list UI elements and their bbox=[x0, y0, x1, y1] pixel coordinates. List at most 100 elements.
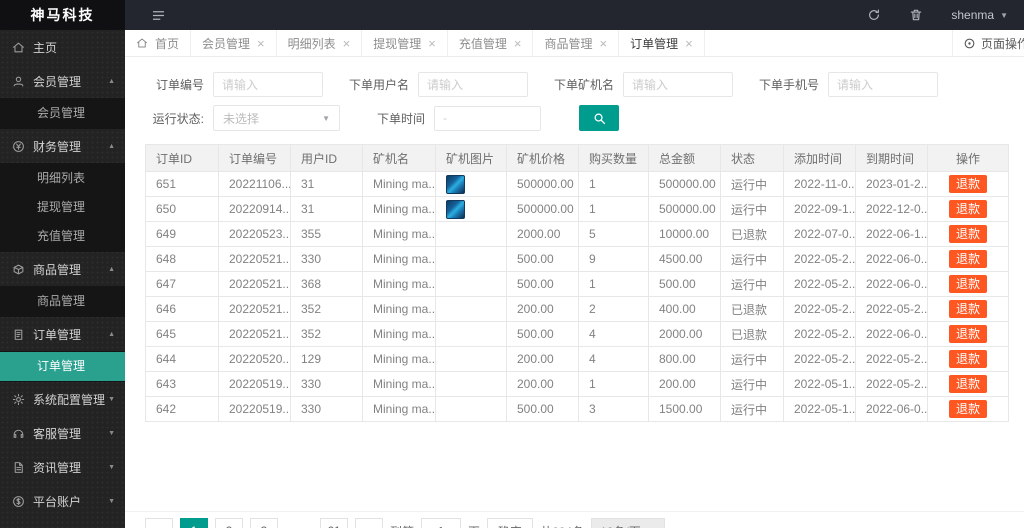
cell-add_time: 2022-07-0... bbox=[783, 221, 856, 247]
search-button[interactable] bbox=[579, 105, 619, 131]
close-icon[interactable]: × bbox=[599, 37, 607, 50]
tab-6[interactable]: 订单管理 × bbox=[619, 30, 705, 56]
cell-user_id: 355 bbox=[290, 221, 363, 247]
tab-2[interactable]: 明细列表 × bbox=[277, 30, 363, 56]
filter-group-1: 下单用户名 bbox=[349, 72, 529, 97]
jump-page-input[interactable] bbox=[421, 518, 462, 528]
sidebar-subitem-2-0[interactable]: 明细列表 bbox=[0, 164, 125, 193]
cell-action: 退款 bbox=[927, 346, 1009, 372]
close-icon[interactable]: × bbox=[514, 37, 522, 50]
search-icon bbox=[592, 111, 607, 126]
filter-input-0[interactable] bbox=[213, 72, 323, 97]
refund-button[interactable]: 退款 bbox=[948, 175, 987, 193]
column-header-6: 购买数量 bbox=[578, 144, 649, 172]
sidebar-subitem-2-1[interactable]: 提现管理 bbox=[0, 193, 125, 222]
sidebar-item-7[interactable]: 资讯管理 ▼ bbox=[0, 450, 125, 484]
sidebar-item-4[interactable]: 订单管理 ▲ bbox=[0, 317, 125, 351]
status-filter-group: 运行状态: 未选择 ▼ bbox=[145, 105, 340, 131]
chevron-down-icon: ▼ bbox=[108, 429, 115, 437]
page-button-61[interactable]: 61 bbox=[320, 518, 348, 528]
close-icon[interactable]: × bbox=[428, 37, 436, 50]
sidebar-item-3[interactable]: 商品管理 ▲ bbox=[0, 252, 125, 286]
sidebar-item-1[interactable]: 会员管理 ▲ bbox=[0, 64, 125, 98]
sidebar-subitem-2-2[interactable]: 充值管理 bbox=[0, 222, 125, 251]
tab-3[interactable]: 提现管理 × bbox=[362, 30, 448, 56]
filter-input-3[interactable] bbox=[828, 72, 939, 97]
filter-input-1[interactable] bbox=[418, 72, 529, 97]
refund-button[interactable]: 退款 bbox=[948, 225, 987, 243]
sidebar-item-2[interactable]: 财务管理 ▲ bbox=[0, 129, 125, 163]
topbar-main: shenma ▼ bbox=[125, 0, 1024, 30]
column-header-4: 矿机图片 bbox=[435, 144, 507, 172]
service-icon bbox=[12, 427, 25, 440]
next-page-button[interactable]: › bbox=[355, 518, 383, 528]
cell-machine: Mining ma... bbox=[362, 246, 436, 272]
table-row: 645 20220521... 352 Mining ma... 500.00 4 2000… bbox=[145, 321, 1009, 347]
order-time-input[interactable] bbox=[434, 105, 541, 131]
close-icon[interactable]: × bbox=[685, 37, 693, 50]
sidebar-item-8[interactable]: 平台账户 ▼ bbox=[0, 484, 125, 518]
table-row: 649 20220523... 355 Mining ma... 2000.00 5 100… bbox=[145, 221, 1009, 247]
pagination-bar: ‹ 123 … 61 › 到第 页 确定共604条 10条/页▼ bbox=[125, 511, 1024, 528]
confirm-jump-button[interactable]: 确定 bbox=[487, 518, 534, 528]
close-icon[interactable]: × bbox=[257, 37, 265, 50]
refund-button[interactable]: 退款 bbox=[948, 275, 987, 293]
table-row: 647 20220521... 368 Mining ma... 500.00 1 500.… bbox=[145, 271, 1009, 297]
cell-add_time: 2022-09-1... bbox=[783, 196, 856, 222]
sidebar-item-9[interactable]: 权限管理▼ bbox=[0, 518, 125, 528]
tab-5[interactable]: 商品管理 × bbox=[533, 30, 620, 56]
cell-qty: 9 bbox=[578, 246, 649, 272]
refund-button[interactable]: 退款 bbox=[948, 200, 987, 218]
refund-button[interactable]: 退款 bbox=[948, 325, 987, 343]
collapse-sidebar-icon[interactable] bbox=[151, 8, 166, 23]
user-menu[interactable]: shenma ▼ bbox=[951, 8, 1008, 22]
sidebar-subitem-4-0[interactable]: 订单管理 bbox=[0, 352, 125, 381]
sidebar-item-0[interactable]: 主页 bbox=[0, 30, 125, 64]
filter-group-2: 下单矿机名 bbox=[554, 72, 734, 97]
refund-button[interactable]: 退款 bbox=[948, 400, 987, 418]
sidebar-item-6[interactable]: 客服管理 ▼ bbox=[0, 416, 125, 450]
table-row: 644 20220520... 129 Mining ma... 200.00 4 800.… bbox=[145, 346, 1009, 372]
cell-action: 退款 bbox=[927, 171, 1009, 197]
cell-id: 649 bbox=[145, 221, 219, 247]
news-icon bbox=[12, 461, 25, 474]
sidebar-subitem-3-0[interactable]: 商品管理 bbox=[0, 287, 125, 316]
tab-4[interactable]: 充值管理 × bbox=[448, 30, 534, 56]
refund-button[interactable]: 退款 bbox=[948, 250, 987, 268]
cell-user_id: 330 bbox=[290, 246, 363, 272]
cell-expire_time: 2022-05-2... bbox=[855, 346, 928, 372]
table-row: 648 20220521... 330 Mining ma... 500.00 9 4500… bbox=[145, 246, 1009, 272]
cell-price: 500.00 bbox=[506, 321, 579, 347]
status-select[interactable]: 未选择 ▼ bbox=[213, 105, 340, 131]
chevron-down-icon: ▼ bbox=[108, 497, 115, 505]
refresh-icon[interactable] bbox=[867, 8, 881, 22]
refund-button[interactable]: 退款 bbox=[948, 375, 987, 393]
cell-id: 648 bbox=[145, 246, 219, 272]
sidebar-item-5[interactable]: 系统配置管理 ▼ bbox=[0, 382, 125, 416]
cell-add_time: 2022-05-2... bbox=[783, 296, 856, 322]
per-page-select[interactable]: 10条/页▼ bbox=[591, 518, 665, 528]
filter-input-2[interactable] bbox=[623, 72, 734, 97]
cell-price: 2000.00 bbox=[506, 221, 579, 247]
cell-id: 650 bbox=[145, 196, 219, 222]
clear-cache-icon[interactable] bbox=[909, 8, 923, 22]
prev-page-button[interactable]: ‹ bbox=[145, 518, 173, 528]
cell-user_id: 330 bbox=[290, 371, 363, 397]
orders-table: 订单ID 订单编号 用户ID 矿机名 矿机图片 矿机价格 购买数量 总金额 状态 添加时间 到期时间… bbox=[145, 144, 1009, 422]
goods-icon bbox=[12, 263, 25, 276]
page-button-3[interactable]: 3 bbox=[250, 518, 278, 528]
sidebar-subitem-1-0[interactable]: 会员管理 bbox=[0, 99, 125, 128]
refund-button[interactable]: 退款 bbox=[948, 350, 987, 368]
cell-user_id: 330 bbox=[290, 396, 363, 422]
page-button-1[interactable]: 1 bbox=[180, 518, 208, 528]
tab-0[interactable]: 首页 bbox=[125, 30, 192, 56]
page-button-2[interactable]: 2 bbox=[215, 518, 243, 528]
cell-machine: Mining ma... bbox=[362, 196, 436, 222]
refund-button[interactable]: 退款 bbox=[948, 300, 987, 318]
close-icon[interactable]: × bbox=[343, 37, 351, 50]
machine-thumbnail bbox=[446, 199, 465, 219]
tab-label: 订单管理 bbox=[630, 36, 679, 51]
tab-1[interactable]: 会员管理 × bbox=[191, 30, 277, 56]
page-actions-button[interactable]: 页面操作 bbox=[952, 30, 1024, 56]
column-header-11: 操作 bbox=[927, 144, 1009, 172]
